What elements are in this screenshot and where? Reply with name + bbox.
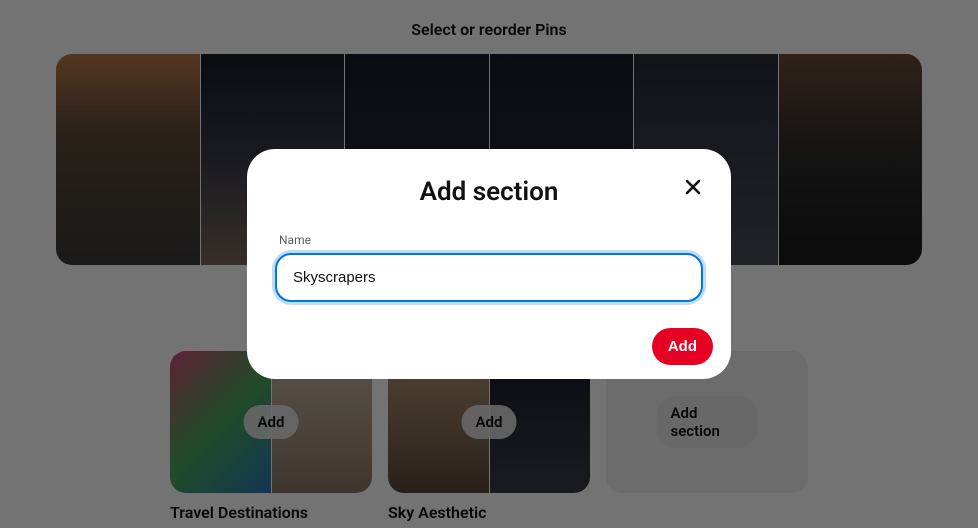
add-button[interactable]: Add xyxy=(652,328,713,365)
add-section-modal: Add section Name Add xyxy=(247,149,731,379)
close-button[interactable] xyxy=(681,175,705,199)
modal-overlay[interactable]: Add section Name Add xyxy=(0,0,978,528)
name-field-label: Name xyxy=(279,233,717,247)
modal-title: Add section xyxy=(261,177,717,207)
name-input-wrapper xyxy=(275,253,703,302)
close-icon xyxy=(684,178,702,196)
modal-footer: Add xyxy=(261,328,717,365)
section-name-input[interactable] xyxy=(275,253,703,302)
